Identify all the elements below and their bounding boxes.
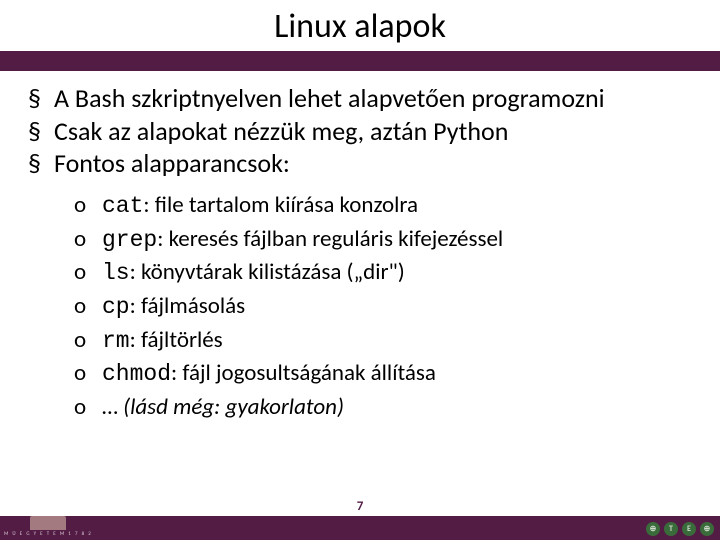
- bullet-item: A Bash szkriptnyelven lehet alapvetően p…: [28, 83, 698, 114]
- command-desc: fájlmásolás: [141, 292, 245, 320]
- command-name: ls: [102, 260, 130, 286]
- command-item: grep: keresés fájlban reguláris kifejezé…: [74, 223, 698, 257]
- bullet-item: Csak az alapokat nézzük meg, aztán Pytho…: [28, 116, 698, 147]
- command-name: chmod: [102, 361, 171, 387]
- slide-title: Linux alapok: [0, 6, 720, 47]
- command-item-more: … (lásd még: gyakorlaton): [74, 391, 698, 424]
- footer-badge-icon: ⊕: [700, 522, 714, 536]
- footer-badge-icon: E: [682, 522, 696, 536]
- command-name: grep: [102, 227, 157, 253]
- command-item: chmod: fájl jogosultságának állítása: [74, 357, 698, 391]
- bullet-item: Fontos alapparancsok: cat: file tartalom…: [28, 148, 698, 423]
- bullet-text: Fontos alapparancsok:: [54, 147, 290, 179]
- command-item: cp: fájlmásolás: [74, 290, 698, 324]
- footer-logo-left: M Ű E G Y E T E M 1 7 8 2: [4, 516, 92, 537]
- command-item: cat: file tartalom kiírása konzolra: [74, 189, 698, 223]
- university-building-icon: [30, 516, 66, 530]
- command-name: rm: [102, 328, 130, 354]
- command-desc: keresés fájlban reguláris kifejezéssel: [169, 225, 504, 253]
- bullet-text: A Bash szkriptnyelven lehet alapvetően p…: [54, 82, 605, 114]
- title-area: Linux alapok: [0, 0, 720, 51]
- footer-badge-icon: T: [664, 522, 678, 536]
- command-item: rm: fájltörlés: [74, 324, 698, 358]
- command-desc: file tartalom kiírása konzolra: [155, 191, 418, 219]
- bullet-text: Csak az alapokat nézzük meg, aztán Pytho…: [54, 115, 508, 147]
- command-desc: fájl jogosultságának állítása: [182, 359, 436, 387]
- bullet-list: A Bash szkriptnyelven lehet alapvetően p…: [28, 83, 698, 424]
- more-prefix: …: [102, 393, 118, 421]
- footer-left-text: M Ű E G Y E T E M 1 7 8 2: [4, 531, 92, 537]
- command-desc: fájltörlés: [141, 326, 223, 354]
- more-note: (lásd még: gyakorlaton): [123, 393, 344, 421]
- command-sublist: cat: file tartalom kiírása konzolra grep…: [74, 189, 698, 424]
- command-desc: könyvtárak kilistázása („dir"): [141, 258, 405, 286]
- footer-bar: [0, 516, 720, 540]
- footer-icons-right: ⊕ T E ⊕: [646, 522, 714, 536]
- footer-badge-icon: ⊕: [646, 522, 660, 536]
- command-name: cp: [102, 294, 130, 320]
- title-underline: [0, 51, 720, 71]
- slide: Linux alapok A Bash szkriptnyelven lehet…: [0, 0, 720, 540]
- command-name: cat: [102, 193, 143, 219]
- content-area: A Bash szkriptnyelven lehet alapvetően p…: [0, 71, 720, 540]
- command-item: ls: könyvtárak kilistázása („dir"): [74, 256, 698, 290]
- page-number: 7: [0, 499, 720, 514]
